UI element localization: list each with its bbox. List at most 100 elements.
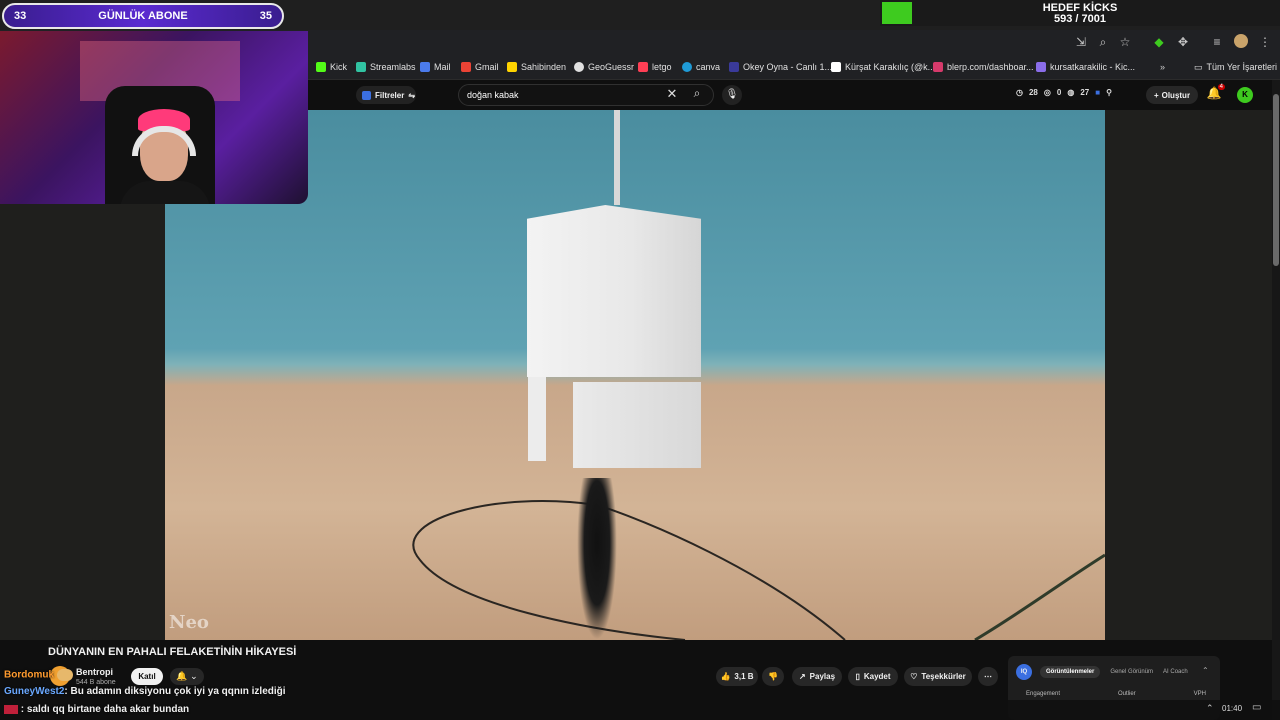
video-title: DÜNYANIN EN PAHALI FELAKETİNİN HİKAYESİ [48,646,297,658]
page-scrollbar[interactable] [1272,80,1280,720]
profile-avatar[interactable] [1234,34,1248,48]
create-button[interactable]: + Oluştur [1146,86,1198,104]
collapse-chevron-icon[interactable]: ⌃ [1202,666,1209,675]
notifications-bell-icon[interactable]: 🔔 4 [1206,84,1225,104]
model-upper-block [527,205,701,377]
folder-icon: ▭ [1194,61,1203,72]
filters-label: Filtreler [375,90,405,100]
taskbar [0,700,1280,720]
scrollbar-thumb[interactable] [1273,94,1279,266]
kick-channel-icon [1036,62,1046,72]
letgo-icon [638,62,648,72]
more-actions-button[interactable]: ⋯ [978,667,998,686]
tab-overview[interactable]: Genel Görünüm [1110,669,1153,675]
tab-views[interactable]: Görüntülenmeler [1040,666,1101,678]
save-button[interactable]: ▯ Kaydet [848,667,898,686]
bookmark-label: Sahibinden [521,62,567,72]
bookmark-tiktok[interactable]: Kürşat Karakılıç (@k... [831,60,935,74]
like-button[interactable]: 👍 3,1 B [716,667,758,686]
extensions-icon[interactable]: ✥ [1176,35,1190,49]
bookmark-mail[interactable]: Mail [420,60,451,74]
zoom-icon[interactable]: ⌕ [1096,35,1110,49]
sahibinden-icon [507,62,517,72]
model-lower-block [573,382,701,468]
menu-icon[interactable]: ⋮ [1258,35,1272,49]
daily-sub-current: 33 [14,10,27,22]
channel-avatar[interactable]: K [1237,87,1253,103]
all-bookmarks-label: Tüm Yer İşaretleri [1206,62,1278,72]
filters-button[interactable]: Filtreler ⇋ [356,86,416,104]
eye-icon: ◎ [1043,88,1051,97]
clear-search-icon[interactable]: ✕ [666,86,678,104]
bookmark-blerp[interactable]: blerp.com/dashboar... [933,60,1034,74]
plus-icon: + [1153,90,1159,100]
extension-shield-icon[interactable]: ◆ [1152,35,1166,49]
bookmark-gmail[interactable]: Gmail [461,60,499,74]
canva-icon [682,62,692,72]
smoke-plume [577,478,617,640]
chat-text: : saldı qq birtane daha akar bundan [20,704,190,715]
create-label: Oluştur [1161,90,1191,100]
join-button[interactable]: Katıl [131,668,163,685]
stat-value: 28 [1028,88,1038,97]
thanks-button[interactable]: ♡ Teşekkürler [904,667,972,686]
flag-icon [4,704,18,714]
model-leg [528,377,546,461]
bookmark-kick[interactable]: Kick [316,60,347,74]
share-label: Paylaş [809,672,836,681]
target-icon: ◍ [1067,88,1075,97]
tab-ai-coach[interactable]: AI Coach [1163,669,1188,675]
chat-badge-icon [56,669,73,681]
dislike-button[interactable]: 👎 [762,667,784,686]
chat-username: Bordomuk [4,669,54,681]
bookmark-kick-channel[interactable]: kursatkarakilic - Kic... [1036,60,1135,74]
bookmark-letgo[interactable]: letgo [638,60,672,74]
notification-center-icon[interactable]: ▭ [1252,702,1261,713]
microphone-icon[interactable]: 🎙 [722,85,742,105]
streamlabs-icon [356,62,366,72]
all-bookmarks[interactable]: ▭ Tüm Yer İşaretleri [1194,60,1277,74]
bookmark-label: kursatkarakilic - Kic... [1050,62,1136,72]
channel-name[interactable]: Bentropi [76,667,113,677]
bookmark-label: Okey Oyna - Canlı 1... [743,62,833,72]
insights-tabs: Görüntülenmeler Genel Görünüm AI Coach [1040,664,1188,680]
install-icon[interactable]: ⇲ [1074,35,1088,49]
tiktok-icon [831,62,841,72]
search-icon[interactable]: ⌕ [686,86,708,104]
bookmark-okey[interactable]: Okey Oyna - Canlı 1... [729,60,832,74]
bookmarks-overflow-chevron-icon[interactable]: » [1160,60,1165,74]
bookmark-label: Mail [434,62,451,72]
thumbs-down-icon: 👎 [768,672,778,681]
stat-value: 27 [1080,88,1090,97]
bookmark-sahibinden[interactable]: Sahibinden [507,60,566,74]
extension-badge-icon[interactable]: ■ [1095,88,1100,102]
tray-chevron-icon[interactable]: ⌃ [1206,703,1214,714]
taskbar-clock: 01:40 [1222,704,1243,713]
bookmark-canva[interactable]: canva [682,60,720,74]
more-icon: ⋯ [984,672,992,681]
sliders-icon: ⇋ [408,90,416,100]
bookmark-label: letgo [652,62,672,72]
award-icon[interactable]: ⚲ [1106,88,1112,102]
heart-dollar-icon: ♡ [910,672,918,681]
subscribe-bell-button[interactable]: 🔔 ⌄ [170,668,204,685]
bookmark-icon: ▯ [855,672,860,681]
chat-username: GuneyWest2 [4,686,65,697]
bookmark-geoguessr[interactable]: GeoGuessr [574,60,634,74]
channel-subs: 544 B abone [76,679,116,686]
daily-sub-goal: 35 [259,10,272,22]
daily-sub-label: GÜNLÜK ABONE [98,10,188,22]
like-count: 3,1 B [734,672,754,681]
stat-value: 0 [1056,88,1062,97]
share-button[interactable]: ↗ Paylaş [792,667,842,686]
chat-message: Bordomuk [4,669,73,681]
star-icon[interactable]: ☆ [1118,35,1132,49]
gmail-icon [461,62,471,72]
mail-icon [420,62,430,72]
location-pin-icon [574,62,584,72]
chat-message: : saldı qq birtane daha akar bundan [4,704,189,715]
bookmark-streamlabs[interactable]: Streamlabs [356,60,416,74]
filter-logo-icon [362,90,371,100]
okey-icon [729,62,739,72]
reading-list-icon[interactable]: ≡ [1210,35,1224,49]
